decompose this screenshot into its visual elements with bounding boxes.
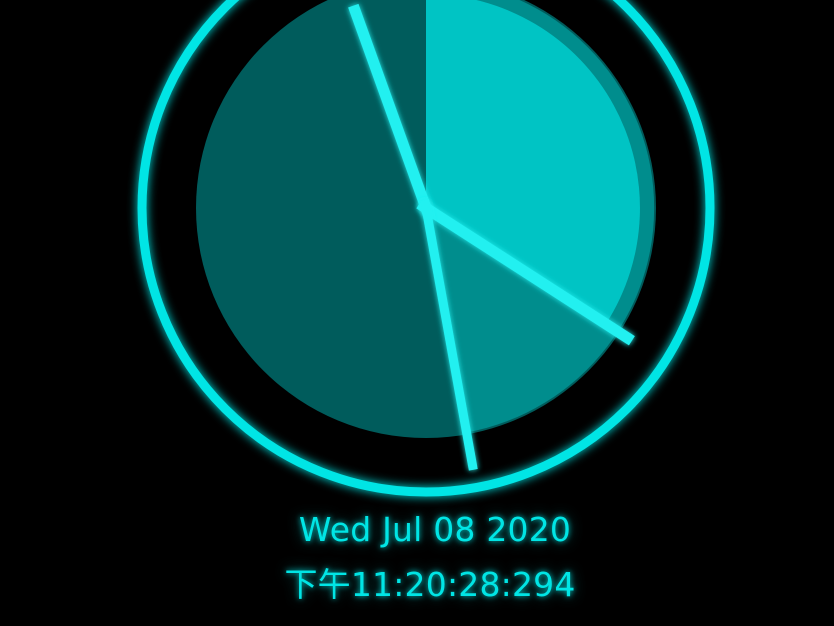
time-readout: 下午11:20:28:294 bbox=[284, 565, 576, 604]
clock-widget: Wed Jul 08 2020 下午11:20:28:294 bbox=[0, 0, 834, 626]
date-readout: Wed Jul 08 2020 bbox=[298, 510, 572, 549]
